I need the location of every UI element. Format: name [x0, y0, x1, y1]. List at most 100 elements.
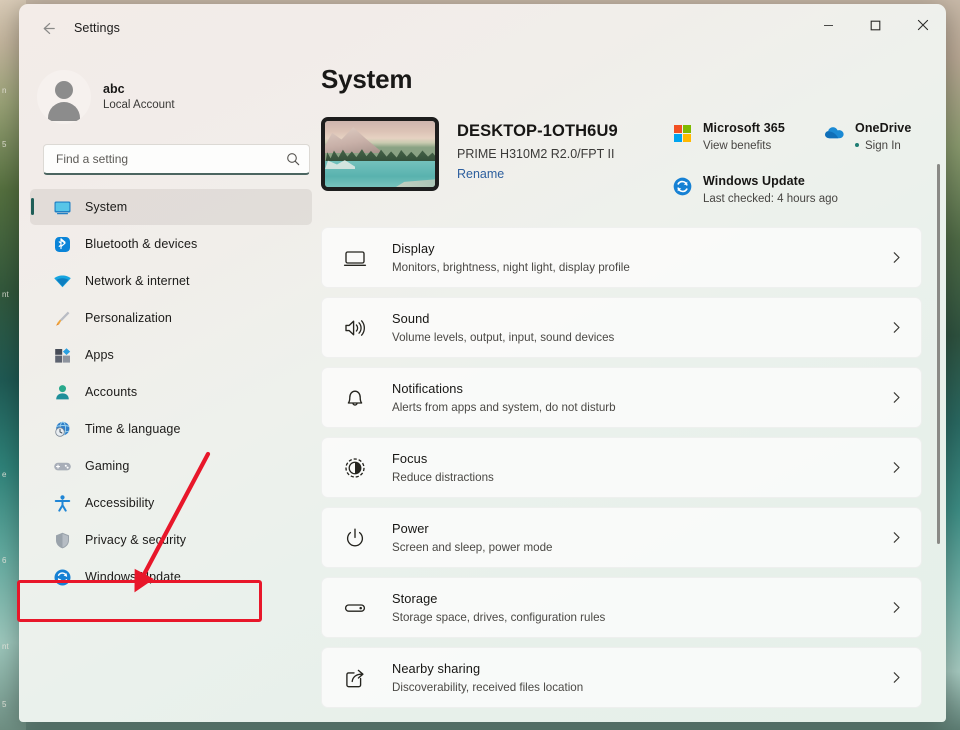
device-name: DESKTOP-1OTH6U9 — [457, 122, 618, 140]
chevron-right-icon — [890, 321, 905, 334]
paintbrush-icon — [52, 308, 72, 328]
rename-link[interactable]: Rename — [457, 165, 504, 184]
close-button[interactable] — [899, 4, 946, 46]
sidebar-item-system[interactable]: System — [30, 189, 312, 225]
quick-link-subtitle[interactable]: Sign In — [855, 137, 911, 155]
sidebar-item-personalization[interactable]: Personalization — [30, 300, 312, 336]
account-type: Local Account — [103, 98, 175, 111]
share-icon — [340, 663, 370, 693]
avatar — [37, 70, 91, 124]
sidebar-item-label: Privacy & security — [85, 533, 187, 547]
update-refresh-icon — [52, 567, 72, 587]
microsoft-logo-icon — [671, 122, 693, 144]
quick-link-microsoft-365[interactable]: Microsoft 365 View benefits — [671, 120, 823, 155]
card-subtitle: Monitors, brightness, night light, displ… — [392, 260, 630, 274]
device-wallpaper-thumbnail — [321, 117, 439, 191]
display-monitor-icon — [340, 243, 370, 273]
sidebar-item-label: Accessibility — [85, 496, 155, 510]
monitor-icon — [52, 197, 72, 217]
sidebar-item-apps[interactable]: Apps — [30, 337, 312, 373]
quick-links: Microsoft 365 View benefits OneDrive Sig… — [671, 120, 946, 208]
sidebar-item-label: System — [85, 200, 128, 214]
settings-card-storage[interactable]: Storage Storage space, drives, configura… — [321, 577, 922, 638]
quick-link-onedrive[interactable]: OneDrive Sign In — [823, 120, 911, 155]
user-avatar-body — [48, 102, 80, 121]
scrollbar-track[interactable] — [937, 108, 943, 722]
settings-card-power[interactable]: Power Screen and sleep, power mode — [321, 507, 922, 568]
close-icon — [917, 19, 928, 31]
sidebar-item-privacy-security[interactable]: Privacy & security — [30, 522, 312, 558]
account-summary[interactable]: abc Local Account — [37, 66, 321, 128]
card-title: Storage — [392, 590, 438, 606]
maximize-button[interactable] — [852, 4, 899, 46]
desktop-icon-glyph: 5 — [2, 140, 7, 149]
bell-icon — [340, 383, 370, 413]
update-refresh-icon — [671, 175, 693, 197]
sidebar-item-accessibility[interactable]: Accessibility — [30, 485, 312, 521]
card-subtitle: Reduce distractions — [392, 470, 494, 484]
chevron-right-icon — [890, 391, 905, 404]
quick-link-title: OneDrive — [855, 121, 912, 135]
sidebar-item-label: Bluetooth & devices — [85, 237, 198, 251]
wifi-icon — [52, 271, 72, 291]
device-model: PRIME H310M2 R2.0/FPT II — [457, 147, 615, 161]
quick-link-title: Windows Update — [703, 174, 805, 188]
person-icon — [52, 382, 72, 402]
settings-card-list: Display Monitors, brightness, night ligh… — [321, 227, 922, 708]
focus-circle-icon — [340, 453, 370, 483]
settings-card-sound[interactable]: Sound Volume levels, output, input, soun… — [321, 297, 922, 358]
page-title: System — [321, 64, 413, 94]
gamepad-icon — [52, 456, 72, 476]
settings-card-notifications[interactable]: Notifications Alerts from apps and syste… — [321, 367, 922, 428]
chevron-right-icon — [890, 461, 905, 474]
sidebar-nav: System Bluetooth & devices Network & int… — [19, 189, 321, 595]
card-subtitle: Volume levels, output, input, sound devi… — [392, 330, 615, 344]
card-subtitle: Alerts from apps and system, do not dist… — [392, 400, 616, 414]
chevron-right-icon — [890, 531, 905, 544]
search-icon — [286, 152, 300, 166]
scrollbar-thumb[interactable] — [937, 164, 940, 544]
sidebar-item-label: Personalization — [85, 311, 172, 325]
main-content: System DESKTOP-1OTH6U9 PRIME H310M2 R2.0… — [321, 52, 946, 722]
back-button[interactable] — [31, 13, 65, 43]
settings-card-focus[interactable]: Focus Reduce distractions — [321, 437, 922, 498]
sidebar-item-windows-update[interactable]: Windows Update — [30, 559, 312, 595]
card-title: Power — [392, 520, 429, 536]
storage-drive-icon — [340, 593, 370, 623]
desktop-icon-glyph: 5 — [2, 700, 7, 709]
chevron-right-icon — [890, 251, 905, 264]
minimize-button[interactable] — [805, 4, 852, 46]
settings-card-display[interactable]: Display Monitors, brightness, night ligh… — [321, 227, 922, 288]
desktop-icon-glyph: nt — [2, 642, 9, 651]
speaker-icon — [340, 313, 370, 343]
card-subtitle: Screen and sleep, power mode — [392, 540, 553, 554]
accessibility-person-icon — [52, 493, 72, 513]
window-controls — [805, 4, 946, 46]
sidebar-item-label: Time & language — [85, 422, 181, 436]
card-title: Sound — [392, 310, 430, 326]
quick-link-windows-update[interactable]: Windows Update Last checked: 4 hours ago — [671, 173, 838, 208]
search-box[interactable] — [43, 144, 310, 175]
back-arrow-icon — [43, 22, 55, 34]
sidebar-item-label: Gaming — [85, 459, 130, 473]
card-title: Notifications — [392, 380, 464, 396]
minimize-icon — [824, 24, 833, 26]
quick-link-subtitle[interactable]: View benefits — [703, 137, 785, 155]
sidebar-item-network-internet[interactable]: Network & internet — [30, 263, 312, 299]
apps-grid-icon — [52, 345, 72, 365]
card-subtitle: Storage space, drives, configuration rul… — [392, 610, 606, 624]
window-title: Settings — [74, 21, 120, 35]
settings-card-nearby-sharing[interactable]: Nearby sharing Discoverability, received… — [321, 647, 922, 708]
sidebar-item-bluetooth-devices[interactable]: Bluetooth & devices — [30, 226, 312, 262]
sidebar-item-label: Apps — [85, 348, 114, 362]
search-input[interactable] — [56, 152, 286, 166]
bluetooth-icon — [52, 234, 72, 254]
sidebar-item-time-language[interactable]: Time & language — [30, 411, 312, 447]
user-avatar-icon — [55, 81, 73, 99]
desktop-icon-glyph: nt — [2, 290, 9, 299]
power-icon — [340, 523, 370, 553]
settings-window: Settings abc Local Account Find a settin… — [19, 4, 946, 722]
sidebar-item-gaming[interactable]: Gaming — [30, 448, 312, 484]
sidebar-item-accounts[interactable]: Accounts — [30, 374, 312, 410]
maximize-icon — [870, 20, 881, 30]
